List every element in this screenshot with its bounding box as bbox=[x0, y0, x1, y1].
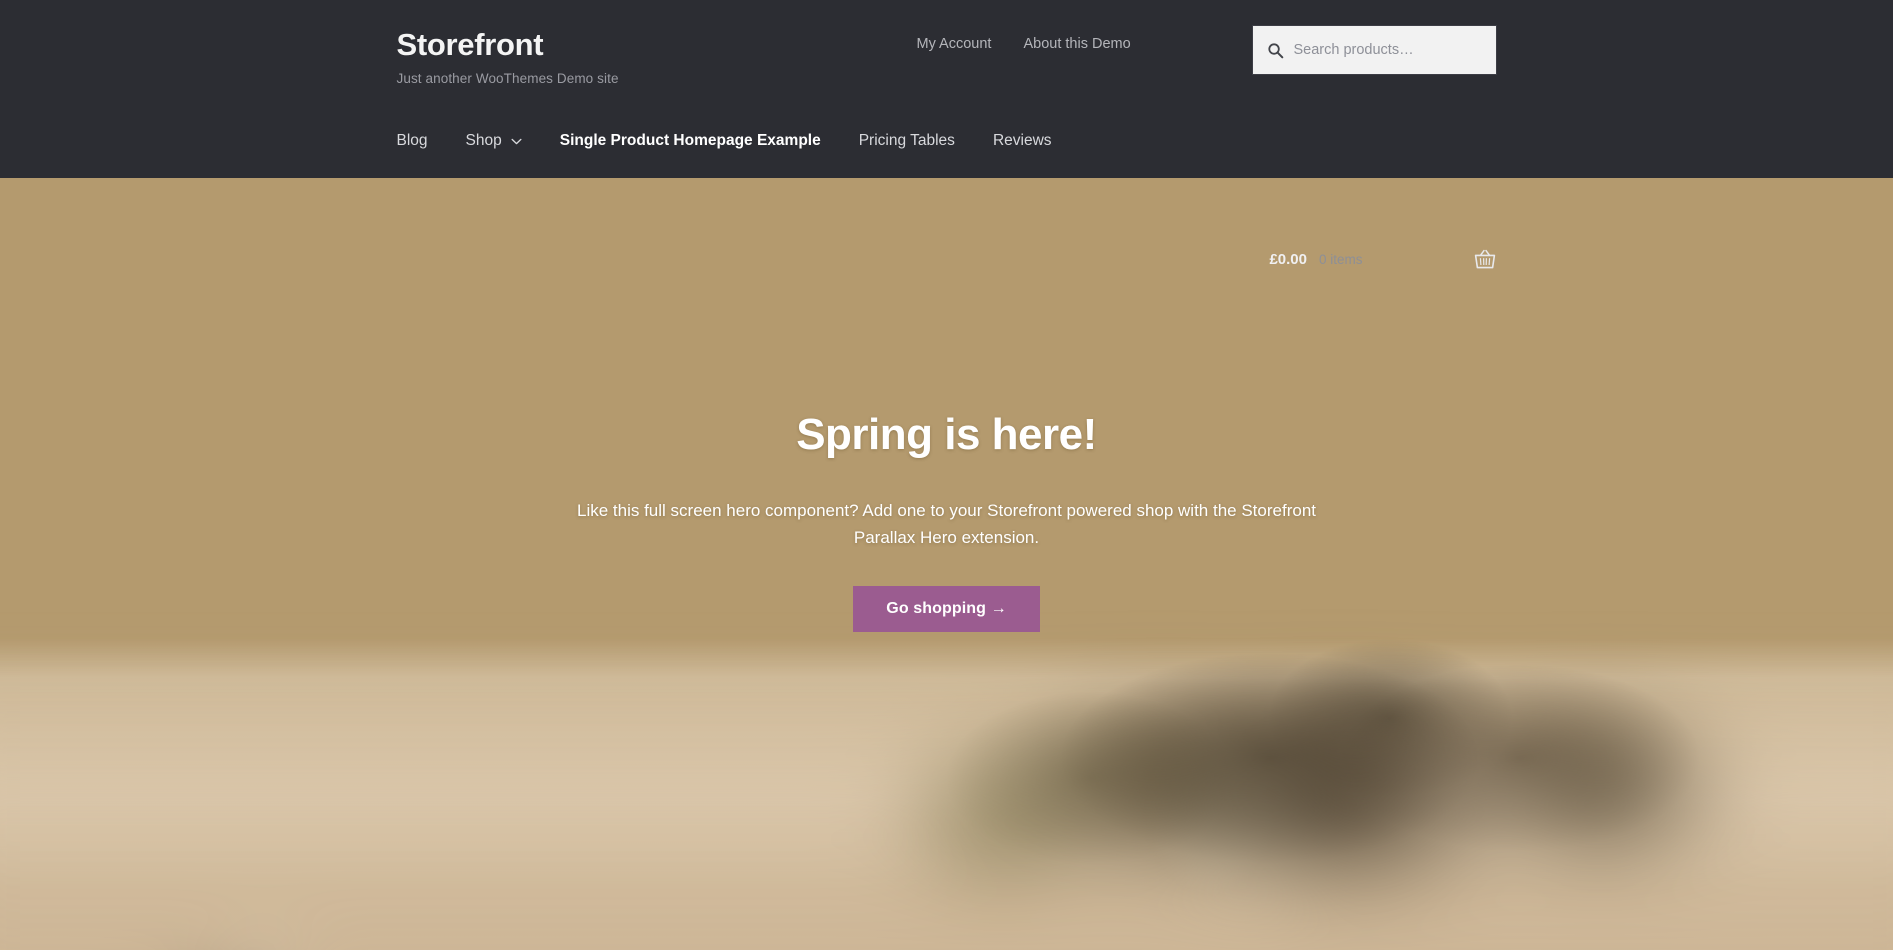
search-icon bbox=[1267, 42, 1283, 58]
product-search-form[interactable] bbox=[1251, 25, 1497, 75]
page-root: Storefront Just another WooThemes Demo s… bbox=[0, 0, 1893, 950]
primary-navigation: Blog Shop Single Product Homepage Exampl… bbox=[397, 132, 1090, 150]
chevron-down-icon bbox=[511, 138, 522, 144]
nav-item-pricing-tables[interactable]: Pricing Tables bbox=[859, 132, 955, 150]
site-title[interactable]: Storefront bbox=[397, 27, 619, 62]
shopping-basket-icon[interactable] bbox=[1473, 247, 1497, 271]
nav-item-blog[interactable]: Blog bbox=[397, 132, 428, 150]
site-tagline: Just another WooThemes Demo site bbox=[396, 71, 619, 87]
secondary-navigation: My Account About this Demo bbox=[917, 36, 1131, 52]
nav-item-shop[interactable]: Shop bbox=[466, 132, 522, 150]
secondary-nav-item-about-this-demo[interactable]: About this Demo bbox=[1023, 36, 1130, 52]
cart-item-count[interactable]: 0 items bbox=[1319, 252, 1363, 267]
cart-summary[interactable]: £0.00 0 items bbox=[1269, 236, 1496, 282]
hero-title: Spring is here! bbox=[796, 410, 1097, 459]
site-branding[interactable]: Storefront Just another WooThemes Demo s… bbox=[396, 27, 619, 87]
primary-navigation-row: Blog Shop Single Product Homepage Exampl… bbox=[397, 118, 1497, 269]
site-header: Storefront Just another WooThemes Demo s… bbox=[0, 0, 1893, 269]
nav-item-reviews[interactable]: Reviews bbox=[993, 132, 1052, 150]
nav-item-single-product-homepage-example[interactable]: Single Product Homepage Example bbox=[560, 132, 821, 150]
hero-subtitle: Like this full screen hero component? Ad… bbox=[577, 500, 1316, 547]
hero-content: Spring is here! Like this full screen he… bbox=[552, 178, 1342, 632]
search-input[interactable] bbox=[1293, 42, 1482, 58]
secondary-nav-item-my-account[interactable]: My Account bbox=[917, 36, 992, 52]
go-shopping-button[interactable]: Go shopping → bbox=[853, 585, 1040, 632]
nav-item-shop-label: Shop bbox=[465, 132, 502, 149]
header-inner: Storefront Just another WooThemes Demo s… bbox=[396, 0, 1497, 269]
cart-total-amount[interactable]: £0.00 bbox=[1269, 251, 1307, 268]
parallax-hero-section: Spring is here! Like this full screen he… bbox=[0, 178, 1893, 950]
